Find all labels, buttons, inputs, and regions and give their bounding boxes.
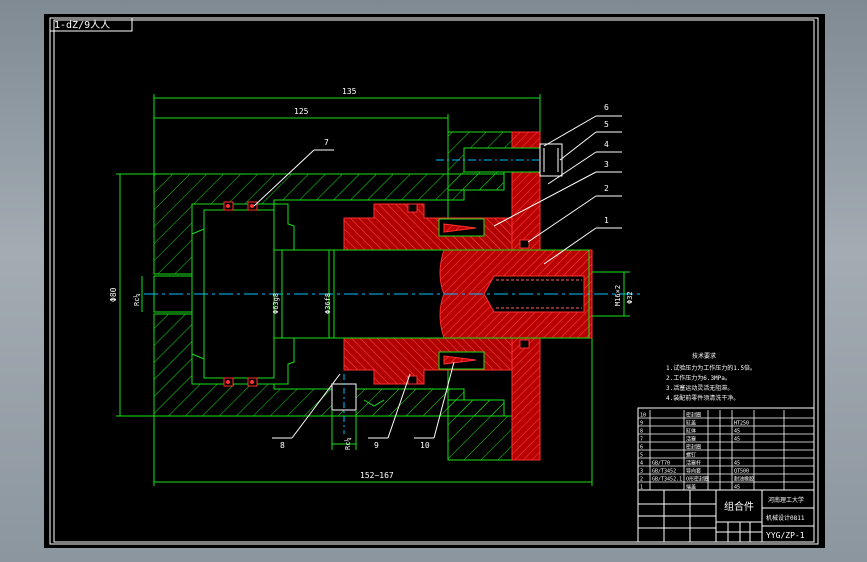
bom-cell: 45 <box>734 429 740 435</box>
tech-note-4: 4.装配前零件须清洗干净。 <box>666 394 739 402</box>
bom-cell: 8 <box>640 429 643 435</box>
dim-piston-dia: Φ63g8 <box>272 293 280 314</box>
balloon-7: 7 <box>324 138 329 147</box>
bom-cell: 10 <box>640 413 646 419</box>
part-name: 组合件 <box>724 500 754 513</box>
title-block: 10 密封圈 9 缸盖 HT250 8 缸体 45 7 活塞 45 6 密封圈 5 螺钉 4 GB/T70 活塞杆… <box>637 407 815 543</box>
bom-cell: QT500 <box>734 469 749 475</box>
drawing-code: 1-dZ/9人人 <box>54 19 110 31</box>
balloon-5: 5 <box>604 120 609 129</box>
dim-left-dia: Φ80 <box>109 287 118 302</box>
dim-thread: M16×2 <box>614 285 622 306</box>
bom-cell: 缸盖 <box>686 420 696 427</box>
school-name: 河南理工大学 <box>768 496 804 504</box>
dim-port-left: Rc¼ <box>133 293 141 306</box>
bom-cell: 缸体 <box>686 428 696 435</box>
bom-table: 10 密封圈 9 缸盖 HT250 8 缸体 45 7 活塞 45 6 密封圈 5 螺钉 4 GB/T70 活塞杆… <box>637 410 815 491</box>
bom-cell: O形密封圈 <box>686 476 709 483</box>
bom-cell: 6 <box>640 445 643 451</box>
balloon-2: 2 <box>604 184 609 193</box>
bom-cell: 7 <box>640 437 643 443</box>
cad-viewport[interactable]: 1-dZ/9人人 135 125 152~167 Φ80 Rc¼ Φ63g8 Φ… <box>44 14 825 548</box>
bom-cell: GB/T70 <box>652 461 670 467</box>
bom-cell: 端盖 <box>686 484 696 491</box>
bom-cell: 活塞 <box>686 436 696 443</box>
tech-title: 技术要求 <box>692 352 716 360</box>
tech-note-2: 2.工作压力为6.3MPa。 <box>666 374 731 382</box>
balloon-10: 10 <box>420 441 430 450</box>
bom-cell: 45 <box>734 461 740 467</box>
bom-cell: 密封圈 <box>686 412 701 419</box>
bom-cell: 3 <box>640 469 643 475</box>
balloon-4: 4 <box>604 140 609 149</box>
balloon-9: 9 <box>374 441 379 450</box>
tech-note-1: 1.试验压力为工作压力的1.5倍。 <box>666 364 756 372</box>
dim-port-bottom: Rc¼ <box>344 437 352 450</box>
dim-overall-length: 135 <box>342 87 357 96</box>
bom-cell: 螺钉 <box>686 452 696 459</box>
bom-cell: GB/T3452.1 <box>652 477 682 483</box>
bom-cell: GB/T3452 <box>652 469 676 475</box>
balloon-6: 6 <box>604 103 609 112</box>
bom-cell: 9 <box>640 421 643 427</box>
bom-cell: 4 <box>640 461 643 467</box>
assembly-drawing: 1-dZ/9人人 135 125 152~167 Φ80 Rc¼ Φ63g8 Φ… <box>49 17 819 545</box>
bom-cell: 活塞杆 <box>686 460 701 467</box>
bom-cell: 2 <box>640 477 643 483</box>
drawing-number: YYG/ZP-1 <box>766 531 805 540</box>
bom-cell: 5 <box>640 453 643 459</box>
balloon-8: 8 <box>280 441 285 450</box>
dim-bore-dia: Φ32 <box>626 291 634 304</box>
dim-rod-dia: Φ36f8 <box>324 293 332 314</box>
bom-cell: 45 <box>734 437 740 443</box>
bom-cell: HT250 <box>734 421 749 427</box>
technical-requirements: 技术要求 1.试验压力为工作压力的1.5倍。 2.工作压力为6.3MPa。 3.… <box>666 352 756 402</box>
bom-cell: 耐油橡胶 <box>734 476 754 483</box>
dim-inner-length: 125 <box>294 107 309 116</box>
dim-bottom-length: 152~167 <box>360 471 394 480</box>
bom-cell: 密封圈 <box>686 444 701 451</box>
bom-cell: 导向套 <box>686 468 701 475</box>
balloon-1: 1 <box>604 216 609 225</box>
balloon-3: 3 <box>604 160 609 169</box>
class-name: 机械设计0811 <box>766 514 805 522</box>
tech-note-3: 3.活塞运动灵活无阻滞。 <box>666 384 733 392</box>
